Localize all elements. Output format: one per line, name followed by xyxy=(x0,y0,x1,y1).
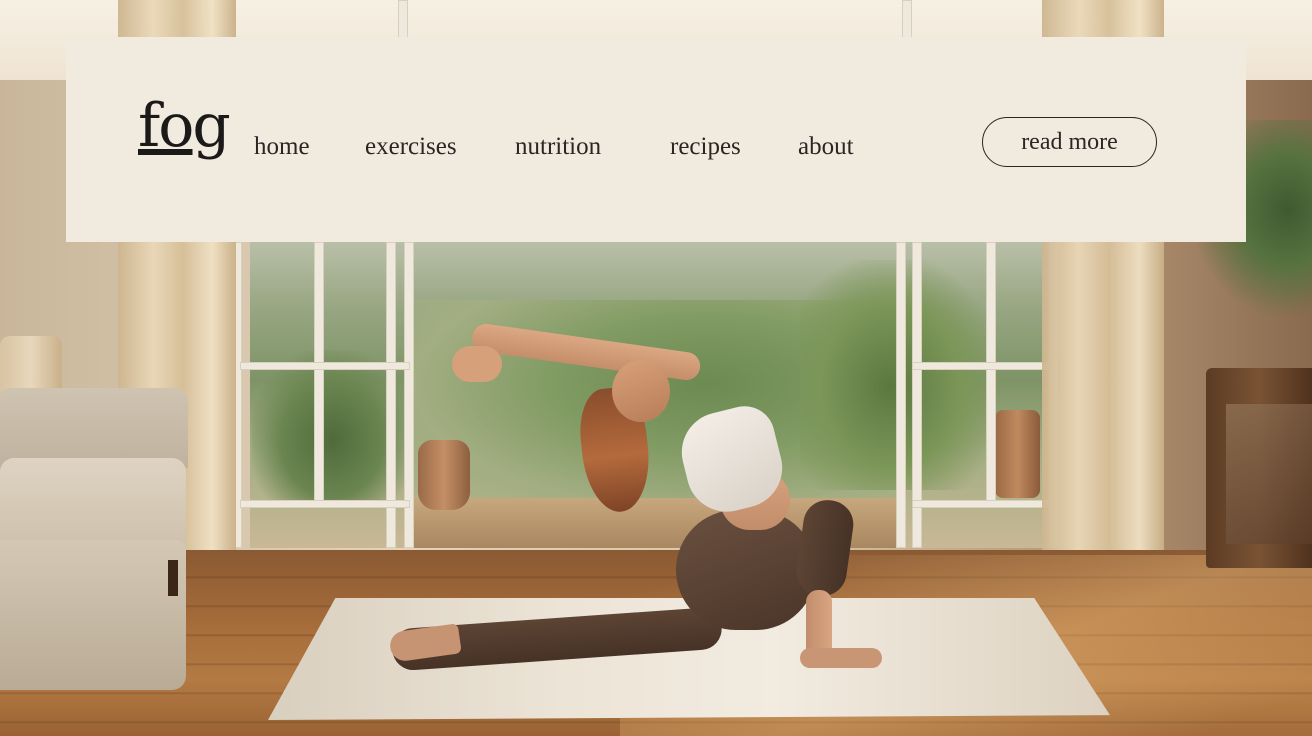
figure-foot xyxy=(800,648,882,668)
nav-link-about[interactable]: about xyxy=(798,133,854,161)
window-frame xyxy=(896,242,906,548)
nav-link-home[interactable]: home xyxy=(254,133,310,161)
figure-head xyxy=(612,360,670,422)
window-frame xyxy=(240,500,410,508)
figure-hand xyxy=(452,346,502,382)
logo[interactable]: fog xyxy=(138,96,231,156)
plant-pot-left xyxy=(418,440,470,510)
sofa-leg xyxy=(168,560,178,596)
window-frame xyxy=(314,242,324,502)
window-frame xyxy=(912,362,1052,370)
plant-pot-right xyxy=(995,410,1040,498)
sofa-base xyxy=(0,540,186,690)
window-frame xyxy=(986,242,996,502)
sofa-back xyxy=(0,388,188,468)
nav-link-nutrition[interactable]: nutrition xyxy=(515,133,601,161)
read-more-button[interactable]: read more xyxy=(982,117,1157,167)
nav-link-recipes[interactable]: recipes xyxy=(670,133,741,161)
window-frame xyxy=(902,0,912,40)
nav-link-exercises[interactable]: exercises xyxy=(365,133,457,161)
window-frame xyxy=(240,362,410,370)
cabinet-glass xyxy=(1226,404,1312,544)
page: fog home exercises nutrition recipes abo… xyxy=(0,0,1312,736)
window-frame xyxy=(398,0,408,40)
window-frame xyxy=(912,500,1052,508)
